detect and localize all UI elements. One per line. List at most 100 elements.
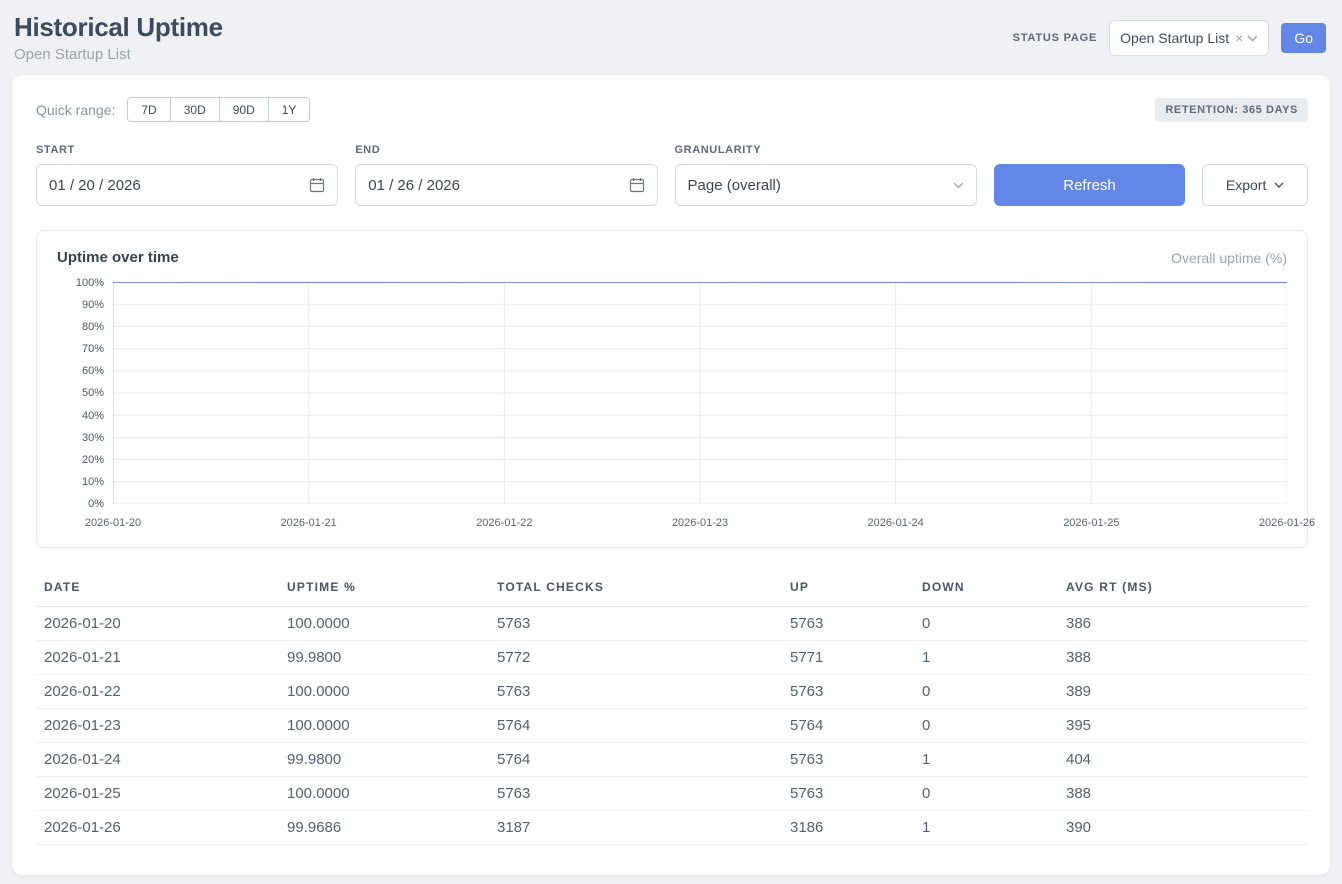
table-header-row: DATE UPTIME % TOTAL CHECKS UP DOWN AVG R…	[36, 572, 1308, 607]
cell-date: 2026-01-23	[36, 709, 279, 743]
uptime-table: DATE UPTIME % TOTAL CHECKS UP DOWN AVG R…	[36, 572, 1308, 845]
cell-uptime: 100.0000	[279, 777, 489, 811]
status-page-label: STATUS PAGE	[1013, 32, 1098, 44]
retention-badge: RETENTION: 365 DAYS	[1155, 98, 1308, 122]
page-subtitle: Open Startup List	[14, 46, 223, 63]
table-row: 2026-01-23 100.0000 5764 5764 0 395	[36, 709, 1308, 743]
x-tick: 2026-01-22	[476, 517, 532, 529]
table-row: 2026-01-25 100.0000 5763 5763 0 388	[36, 777, 1308, 811]
granularity-value: Page (overall)	[688, 177, 781, 194]
cell-total-checks: 5764	[489, 709, 782, 743]
cell-avg-rt: 388	[1058, 641, 1308, 675]
clear-selection-icon[interactable]: ×	[1235, 30, 1243, 46]
table-row: 2026-01-21 99.9800 5772 5771 1 388	[36, 641, 1308, 675]
y-tick: 40%	[82, 410, 104, 422]
table-row: 2026-01-26 99.9686 3187 3186 1 390	[36, 811, 1308, 845]
end-date-value: 01 / 26 / 2026	[368, 177, 460, 194]
table-row: 2026-01-20 100.0000 5763 5763 0 386	[36, 607, 1308, 641]
cell-avg-rt: 390	[1058, 811, 1308, 845]
chart-title: Uptime over time	[57, 249, 179, 266]
quick-range-1y-button[interactable]: 1Y	[268, 97, 311, 122]
export-button[interactable]: Export	[1202, 164, 1308, 206]
quick-range-label: Quick range:	[36, 102, 115, 118]
cell-up: 5763	[782, 675, 914, 709]
chart-plot-area	[113, 282, 1287, 504]
header-right: STATUS PAGE Open Startup List × Go	[1013, 20, 1326, 56]
cell-date: 2026-01-21	[36, 641, 279, 675]
cell-up: 5763	[782, 777, 914, 811]
title-block: Historical Uptime Open Startup List	[14, 12, 223, 63]
cell-uptime: 100.0000	[279, 607, 489, 641]
status-page-select[interactable]: Open Startup List ×	[1109, 20, 1269, 56]
cell-total-checks: 5764	[489, 743, 782, 777]
cell-avg-rt: 395	[1058, 709, 1308, 743]
export-button-label: Export	[1226, 177, 1266, 193]
y-tick: 80%	[82, 321, 104, 333]
quick-range-90d-button[interactable]: 90D	[219, 97, 269, 122]
uptime-panel: Quick range: 7D 30D 90D 1Y RETENTION: 36…	[12, 75, 1330, 875]
cell-avg-rt: 386	[1058, 607, 1308, 641]
start-date-input[interactable]: 01 / 20 / 2026	[36, 164, 338, 206]
cell-date: 2026-01-24	[36, 743, 279, 777]
y-tick: 30%	[82, 432, 104, 444]
cell-total-checks: 5763	[489, 777, 782, 811]
chevron-down-icon	[953, 182, 964, 189]
uptime-chart-svg	[113, 282, 1287, 504]
cell-down: 1	[914, 743, 1058, 777]
col-header-up: UP	[782, 572, 914, 607]
chart-legend: Overall uptime (%)	[1171, 250, 1287, 266]
cell-avg-rt: 404	[1058, 743, 1308, 777]
start-date-value: 01 / 20 / 2026	[49, 177, 141, 194]
go-button[interactable]: Go	[1281, 23, 1326, 53]
cell-date: 2026-01-26	[36, 811, 279, 845]
start-date-label: START	[36, 144, 338, 156]
quick-range-30d-button[interactable]: 30D	[170, 97, 220, 122]
col-header-uptime: UPTIME %	[279, 572, 489, 607]
cell-down: 0	[914, 607, 1058, 641]
cell-total-checks: 5772	[489, 641, 782, 675]
cell-date: 2026-01-22	[36, 675, 279, 709]
col-header-total-checks: TOTAL CHECKS	[489, 572, 782, 607]
cell-down: 1	[914, 641, 1058, 675]
x-tick: 2026-01-25	[1063, 517, 1119, 529]
x-tick: 2026-01-24	[868, 517, 924, 529]
cell-down: 0	[914, 709, 1058, 743]
cell-total-checks: 3187	[489, 811, 782, 845]
cell-date: 2026-01-20	[36, 607, 279, 641]
x-tick: 2026-01-20	[85, 517, 141, 529]
x-tick: 2026-01-21	[281, 517, 337, 529]
cell-uptime: 99.9686	[279, 811, 489, 845]
cell-up: 5764	[782, 709, 914, 743]
chevron-down-icon	[1247, 35, 1258, 42]
end-date-input[interactable]: 01 / 26 / 2026	[355, 164, 657, 206]
col-header-down: DOWN	[914, 572, 1058, 607]
quick-range-7d-button[interactable]: 7D	[127, 97, 170, 122]
chevron-down-icon	[1274, 182, 1284, 188]
cell-avg-rt: 389	[1058, 675, 1308, 709]
table-row: 2026-01-22 100.0000 5763 5763 0 389	[36, 675, 1308, 709]
cell-up: 3186	[782, 811, 914, 845]
granularity-select[interactable]: Page (overall)	[675, 164, 977, 206]
calendar-icon[interactable]	[309, 177, 325, 193]
table-row: 2026-01-24 99.9800 5764 5763 1 404	[36, 743, 1308, 777]
col-header-date: DATE	[36, 572, 279, 607]
cell-uptime: 99.9800	[279, 743, 489, 777]
x-axis-labels: 2026-01-20 2026-01-21 2026-01-22 2026-01…	[113, 517, 1287, 533]
cell-uptime: 100.0000	[279, 709, 489, 743]
page-header: Historical Uptime Open Startup List STAT…	[0, 0, 1342, 71]
x-tick: 2026-01-23	[672, 517, 728, 529]
y-tick: 20%	[82, 454, 104, 466]
y-tick: 60%	[82, 365, 104, 377]
end-date-label: END	[355, 144, 657, 156]
col-header-avg-rt: AVG RT (MS)	[1058, 572, 1308, 607]
cell-up: 5763	[782, 607, 914, 641]
refresh-button[interactable]: Refresh	[994, 164, 1186, 206]
calendar-icon[interactable]	[629, 177, 645, 193]
cell-total-checks: 5763	[489, 675, 782, 709]
granularity-label: GRANULARITY	[675, 144, 977, 156]
cell-up: 5771	[782, 641, 914, 675]
end-date-field: END 01 / 26 / 2026	[355, 144, 657, 206]
status-page-selected-value: Open Startup List	[1120, 30, 1229, 46]
y-tick: 70%	[82, 343, 104, 355]
y-tick: 100%	[76, 277, 104, 289]
